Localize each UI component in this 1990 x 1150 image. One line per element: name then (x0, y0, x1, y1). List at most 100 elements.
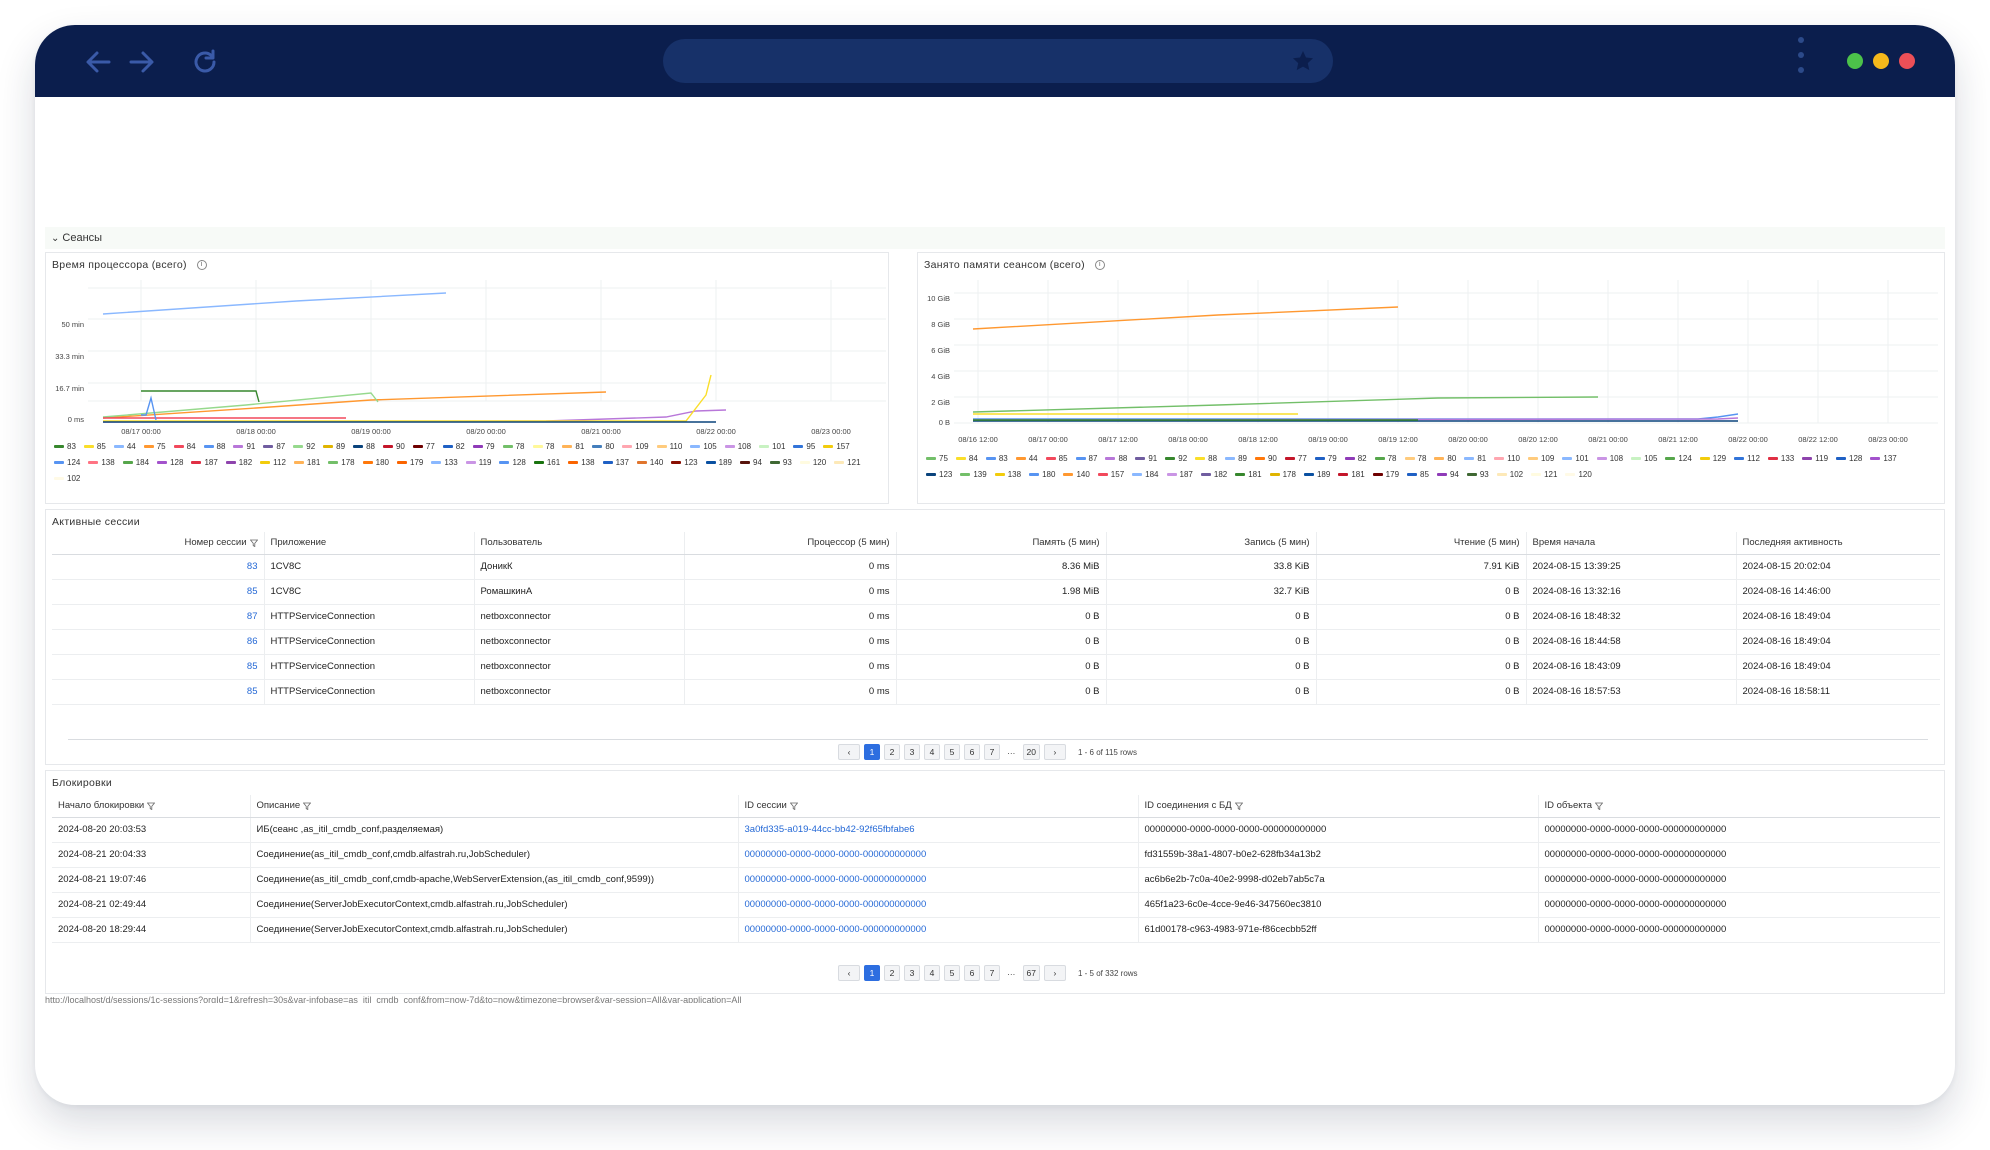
legend-item[interactable]: 90 (1254, 451, 1277, 467)
legend-item[interactable]: 187 (1166, 467, 1193, 483)
legend-item[interactable]: 94 (1436, 467, 1459, 483)
session-id-link[interactable]: 85 (52, 579, 264, 605)
table-row[interactable]: 85 HTTPServiceConnection netboxconnector 0 … (52, 654, 1940, 680)
legend-item[interactable]: 91 (233, 439, 255, 455)
legend-item[interactable]: 119 (1802, 451, 1828, 467)
legend-item[interactable]: 157 (1097, 467, 1124, 483)
table-row[interactable]: 86 HTTPServiceConnection netboxconnector 0 … (52, 629, 1940, 655)
column-header[interactable]: ID сессии (737, 795, 1138, 818)
session-id-link[interactable]: 85 (52, 679, 264, 705)
legend-item[interactable]: 108 (1596, 451, 1623, 467)
filter-icon[interactable] (147, 802, 156, 810)
legend-item[interactable]: 80 (1434, 451, 1456, 467)
legend-item[interactable]: 129 (1699, 451, 1726, 467)
legend-item[interactable]: 119 (465, 455, 491, 471)
legend-item[interactable]: 88 (1105, 451, 1127, 467)
legend-item[interactable]: 179 (397, 455, 423, 471)
page-button[interactable]: 6 (964, 744, 980, 760)
page-button[interactable]: 4 (924, 965, 940, 981)
legend-item[interactable]: 95 (793, 439, 815, 455)
legend-item[interactable]: 89 (323, 439, 345, 455)
legend-item[interactable]: 83 (54, 439, 76, 455)
legend-item[interactable]: 80 (592, 439, 614, 455)
column-header[interactable]: ID соединения с БД (1137, 795, 1538, 818)
row-header-sessions[interactable]: ⌄ Сеансы (45, 227, 1945, 249)
legend-item[interactable]: 109 (622, 439, 649, 455)
legend-item[interactable]: 121 (1531, 467, 1557, 483)
legend-item[interactable]: 105 (1631, 451, 1657, 467)
legend-item[interactable]: 78 (532, 439, 554, 455)
next-page-button[interactable]: › (1043, 965, 1066, 981)
legend-item[interactable]: 180 (362, 455, 389, 471)
page-button[interactable]: 67 (1022, 965, 1040, 981)
filter-icon[interactable] (249, 539, 258, 547)
window-close-dot[interactable] (1899, 53, 1915, 69)
legend-item[interactable]: 87 (1075, 451, 1097, 467)
reload-icon[interactable] (190, 47, 220, 77)
legend-item[interactable]: 75 (143, 439, 166, 455)
legend-item[interactable]: 128 (157, 455, 183, 471)
info-icon[interactable]: i (1094, 260, 1105, 271)
page-button[interactable]: 7 (984, 744, 1000, 760)
legend-item[interactable]: 138 (994, 467, 1021, 483)
legend-item[interactable]: 109 (1527, 451, 1554, 467)
legend-item[interactable]: 180 (1029, 467, 1055, 483)
filter-icon[interactable] (303, 802, 312, 810)
page-button[interactable]: 5 (944, 744, 960, 760)
legend-item[interactable]: 128 (499, 455, 526, 471)
legend-item[interactable]: 78 (502, 439, 525, 455)
legend-item[interactable]: 184 (1132, 467, 1159, 483)
legend-item[interactable]: 133 (1767, 451, 1794, 467)
legend-item[interactable]: 94 (740, 455, 762, 471)
session-id-link[interactable]: 86 (52, 629, 264, 655)
legend-item[interactable]: 138 (568, 455, 595, 471)
legend-item[interactable]: 75 (926, 451, 948, 467)
legend-item[interactable]: 189 (705, 455, 732, 471)
legend-item[interactable]: 84 (173, 439, 196, 455)
legend-item[interactable]: 79 (472, 439, 495, 455)
legend-item[interactable]: 88 (203, 439, 225, 455)
legend-item[interactable]: 89 (1225, 451, 1247, 467)
forward-arrow-icon[interactable] (127, 47, 157, 77)
legend-item[interactable]: 102 (1496, 467, 1523, 483)
legend-item[interactable]: 92 (293, 439, 315, 455)
session-id-link[interactable]: 87 (52, 604, 264, 630)
session-id-link[interactable]: 83 (52, 554, 264, 580)
kebab-menu-icon[interactable] (1798, 37, 1804, 85)
page-button[interactable]: 4 (924, 744, 940, 760)
legend-item[interactable]: 184 (122, 455, 149, 471)
filter-icon[interactable] (1595, 802, 1604, 810)
legend-item[interactable]: 123 (671, 455, 698, 471)
page-button[interactable]: 7 (984, 965, 1000, 981)
legend-item[interactable]: 83 (985, 451, 1008, 467)
table-row[interactable]: 2024-08-21 02:49:44 Соединение(ServerJobE… (52, 892, 1940, 918)
star-icon[interactable] (1291, 49, 1315, 73)
table-row[interactable]: 85 HTTPServiceConnection netboxconnector 0 … (52, 679, 1940, 705)
legend-item[interactable]: 123 (926, 467, 952, 483)
legend-item[interactable]: 44 (1015, 451, 1038, 467)
address-bar[interactable] (663, 39, 1333, 83)
column-header[interactable]: Время начала (1525, 532, 1736, 555)
legend-item[interactable]: 101 (1562, 451, 1589, 467)
page-button[interactable]: 2 (884, 744, 900, 760)
legend-item[interactable]: 181 (293, 455, 320, 471)
legend-item[interactable]: 101 (759, 439, 785, 455)
table-row[interactable]: 2024-08-21 19:07:46 Соединение(as_itil_cm… (52, 867, 1940, 893)
column-header[interactable]: Пользователь (473, 532, 684, 555)
legend-item[interactable]: 90 (382, 439, 405, 455)
legend-item[interactable]: 110 (1494, 451, 1520, 467)
legend-item[interactable]: 182 (1200, 467, 1227, 483)
legend-item[interactable]: 82 (442, 439, 465, 455)
legend-item[interactable]: 124 (1665, 451, 1692, 467)
table-row[interactable]: 85 1CV8C РомашкинА 0 ms 1.98 MiB 32.7 KiB 0 B2… (52, 579, 1940, 605)
legend-item[interactable]: 88 (353, 439, 375, 455)
session-id-link[interactable]: 3a0fd335-a019-44cc-bb42-92f65fbfabe6 (737, 817, 1138, 843)
legend-item[interactable]: 181 (1338, 467, 1365, 483)
page-button[interactable]: 3 (904, 744, 920, 760)
legend-item[interactable]: 189 (1303, 467, 1330, 483)
table-row[interactable]: 2024-08-20 20:03:53 ИБ(сеанс ,as_itil_cmd… (52, 817, 1940, 843)
legend-item[interactable]: 78 (1404, 451, 1426, 467)
session-id-link[interactable]: 00000000-0000-0000-0000-000000000000 (737, 892, 1138, 918)
legend-item[interactable]: 178 (1269, 467, 1296, 483)
legend-item[interactable]: 133 (431, 455, 458, 471)
